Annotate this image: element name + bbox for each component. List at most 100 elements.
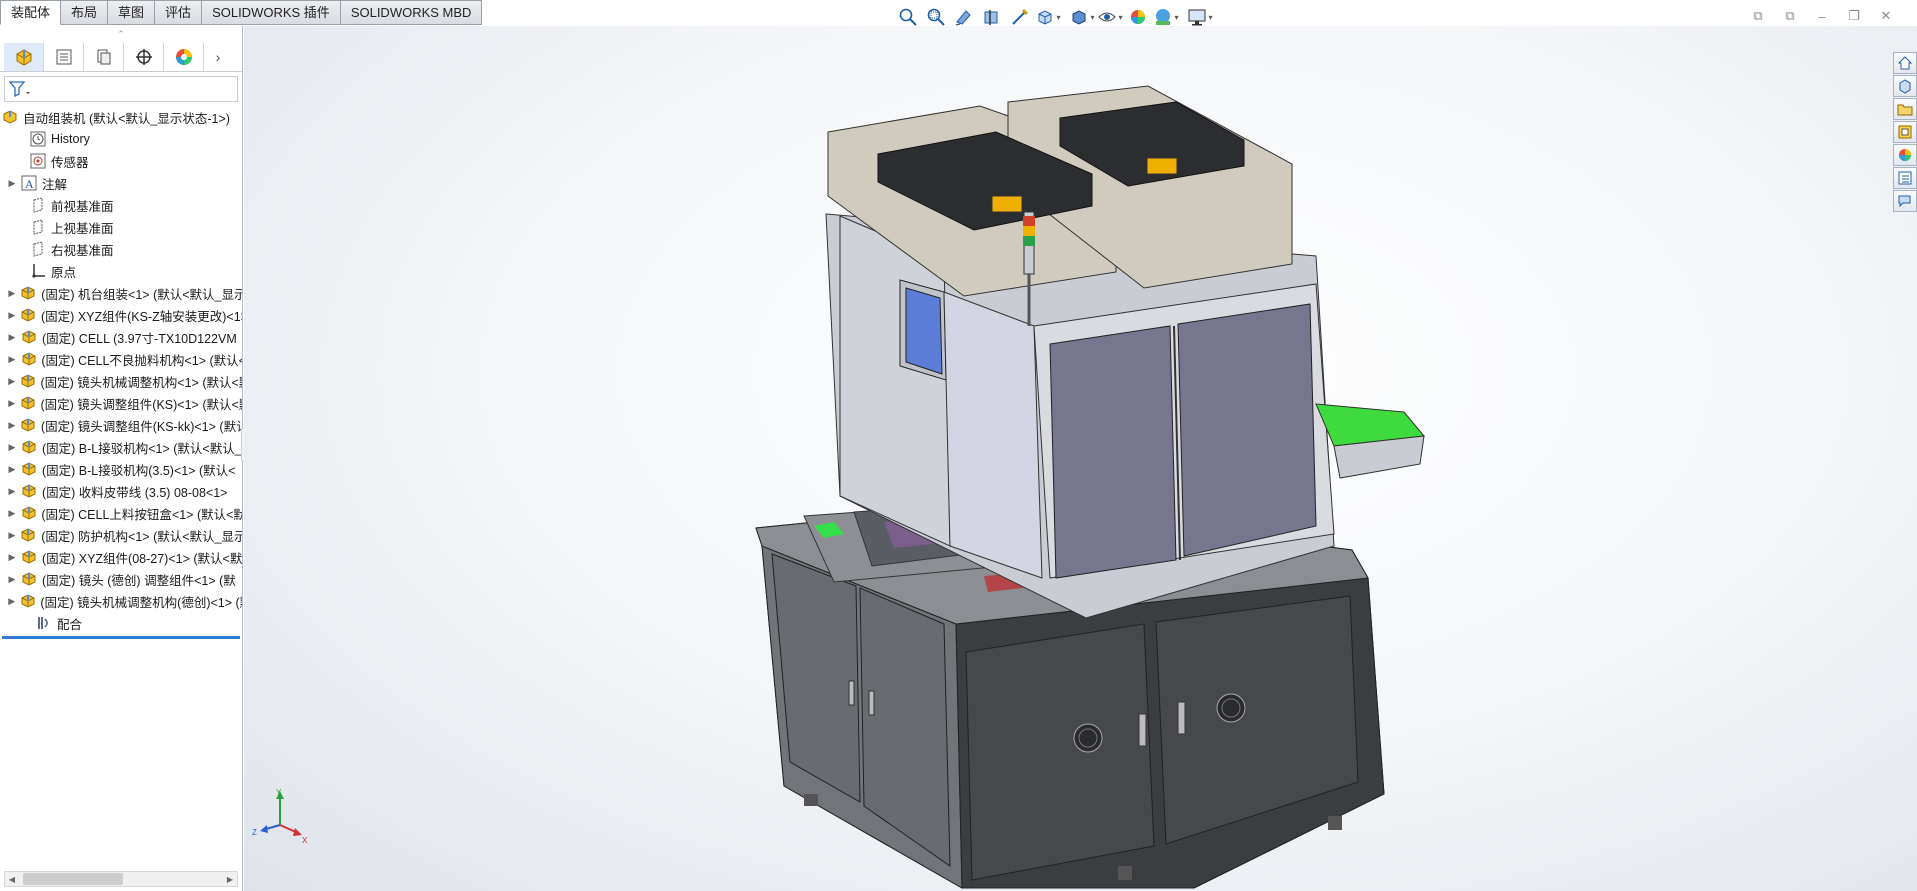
tile-vertical-icon[interactable]: ⧉ xyxy=(1779,7,1801,25)
triad-x-label: X xyxy=(302,836,308,845)
expand-arrow-icon[interactable]: ▶ xyxy=(5,552,19,563)
display-style-icon[interactable]: ▾ xyxy=(1069,5,1095,29)
tree-item-component[interactable]: ▶ (固定) XYZ组件(KS-Z轴安装更改)<1> xyxy=(0,304,242,326)
expand-arrow-icon[interactable]: ▶ xyxy=(5,376,18,387)
previous-view-icon[interactable] xyxy=(951,5,977,29)
tree-root-assembly[interactable]: 自动组装机 (默认<默认_显示状态-1>) xyxy=(0,106,242,128)
graphics-area[interactable] xyxy=(244,26,1917,891)
restore-icon[interactable]: ❐ xyxy=(1843,7,1865,25)
tree-item-component[interactable]: ▶ (固定) 镜头调整组件(KS)<1> (默认<默 xyxy=(0,392,242,414)
tree-item-component[interactable]: ▶ (固定) 镜头调整组件(KS-kk)<1> (默认 xyxy=(0,414,242,436)
expand-arrow-icon[interactable]: ▶ xyxy=(5,486,19,497)
subassembly-icon xyxy=(19,284,39,302)
file-explorer-icon[interactable] xyxy=(1893,98,1917,120)
tree-item-top-plane[interactable]: 上视基准面 xyxy=(0,216,242,238)
view-settings-icon[interactable]: ▾ xyxy=(1187,5,1213,29)
zoom-to-area-icon[interactable] xyxy=(923,5,949,29)
tile-horizontal-icon[interactable]: ⧉ xyxy=(1747,7,1769,25)
subassembly-icon xyxy=(19,416,38,434)
expand-arrow-icon[interactable]: ▶ xyxy=(5,288,19,299)
expand-arrow-icon[interactable]: ▶ xyxy=(5,310,19,321)
tree-item-component[interactable]: ▶ (固定) CELL上料按钮盒<1> (默认<默 xyxy=(0,502,242,524)
tree-filter[interactable] xyxy=(4,76,238,102)
appearances-scenes-icon[interactable] xyxy=(1893,144,1917,166)
scroll-left-icon[interactable]: ◀ xyxy=(5,875,19,884)
expand-arrow-icon[interactable]: ▶ xyxy=(5,178,19,189)
tree-item-annotations[interactable]: ▶ A 注解 xyxy=(0,172,242,194)
tree-item-history[interactable]: History xyxy=(0,128,242,150)
tree-item-front-plane[interactable]: 前视基准面 xyxy=(0,194,242,216)
subassembly-icon xyxy=(19,482,39,500)
expand-arrow-icon[interactable]: ▶ xyxy=(5,464,19,475)
tree-item-right-plane[interactable]: 右视基准面 xyxy=(0,238,242,260)
tab-layout[interactable]: 布局 xyxy=(61,0,109,25)
design-library-icon[interactable] xyxy=(1893,75,1917,97)
tab-evaluate[interactable]: 评估 xyxy=(155,0,203,25)
tree-item-component[interactable]: ▶ (固定) 防护机构<1> (默认<默认_显示 xyxy=(0,524,242,546)
minimize-icon[interactable]: – xyxy=(1811,7,1833,25)
tree-item-component[interactable]: ▶ (固定) 镜头机械调整机构(德创)<1> (默 xyxy=(0,590,242,612)
tree-item-label: 原点 xyxy=(51,265,77,280)
tree-item-mates[interactable]: 配合 xyxy=(0,612,242,634)
tree-item-component[interactable]: ▶ (固定) B-L接驳机构(3.5)<1> (默认< xyxy=(0,458,242,480)
edit-appearance-icon[interactable] xyxy=(1125,5,1151,29)
tree-item-sensors[interactable]: 传感器 xyxy=(0,150,242,172)
tree-item-component[interactable]: ▶ (固定) CELL不良抛料机构<1> (默认< xyxy=(0,348,242,370)
displaymanager-tab-icon[interactable] xyxy=(164,42,204,71)
plane-icon xyxy=(28,196,48,214)
tree-item-label: (固定) CELL上料按钮盒<1> (默认<默 xyxy=(41,507,242,522)
tab-solidworks-addins[interactable]: SOLIDWORKS 插件 xyxy=(202,0,341,25)
solidworks-resources-icon[interactable] xyxy=(1893,52,1917,74)
expand-arrow-icon[interactable]: ▶ xyxy=(5,398,18,409)
svg-text:A: A xyxy=(25,177,34,191)
solidworks-forum-icon[interactable] xyxy=(1893,190,1917,212)
tree-item-component[interactable]: ▶ (固定) 收料皮带线 (3.5) 08-08<1> xyxy=(0,480,242,502)
view-orientation-icon[interactable]: ▾ xyxy=(1035,5,1061,29)
tab-assembly[interactable]: 装配体 xyxy=(0,0,62,25)
expand-arrow-icon[interactable]: ▶ xyxy=(5,442,19,453)
tree-item-component[interactable]: ▶ (固定) CELL (3.97寸-TX10D122VM xyxy=(0,326,242,348)
configurationmanager-tab-icon[interactable] xyxy=(84,42,124,71)
panel-collapse-handle[interactable]: ⌃ xyxy=(0,26,242,42)
sensor-icon xyxy=(28,152,48,170)
dynamic-annotation-icon[interactable] xyxy=(1007,5,1033,29)
custom-properties-icon[interactable] xyxy=(1893,167,1917,189)
hide-show-items-icon[interactable]: ▾ xyxy=(1097,5,1123,29)
tree-item-label: 配合 xyxy=(57,617,83,632)
close-icon[interactable]: ✕ xyxy=(1875,7,1897,25)
tree-item-component[interactable]: ▶ (固定) 镜头机械调整机构<1> (默认<默 xyxy=(0,370,242,392)
panel-tabs-more-icon[interactable]: › xyxy=(204,43,232,71)
history-icon xyxy=(28,130,48,148)
expand-arrow-icon[interactable]: ▶ xyxy=(5,354,19,365)
expand-arrow-icon[interactable]: ▶ xyxy=(5,596,18,607)
tree-item-component[interactable]: ▶ (固定) XYZ组件(08-27)<1> (默认<默 xyxy=(0,546,242,568)
tree-item-component[interactable]: ▶ (固定) B-L接驳机构<1> (默认<默认_ xyxy=(0,436,242,458)
expand-arrow-icon[interactable]: ▶ xyxy=(5,574,19,585)
dimxpert-tab-icon[interactable] xyxy=(124,42,164,71)
scroll-thumb[interactable] xyxy=(23,873,123,885)
expand-arrow-icon[interactable]: ▶ xyxy=(5,420,19,431)
subassembly-icon xyxy=(18,394,37,412)
panel-horizontal-scrollbar[interactable]: ◀ ▶ xyxy=(4,871,238,887)
tab-sketch[interactable]: 草图 xyxy=(108,0,156,25)
expand-arrow-icon[interactable]: ▶ xyxy=(5,508,19,519)
machine-model[interactable] xyxy=(244,26,1917,891)
selection-indicator xyxy=(2,636,240,639)
origin-icon xyxy=(28,262,48,280)
propertymanager-tab-icon[interactable] xyxy=(44,42,84,71)
scroll-right-icon[interactable]: ▶ xyxy=(223,875,237,884)
subassembly-icon xyxy=(19,306,38,324)
tree-item-component[interactable]: ▶ (固定) 镜头 (德创) 调整组件<1> (默 xyxy=(0,568,242,590)
tree-item-component[interactable]: ▶ (固定) 机台组装<1> (默认<默认_显示 xyxy=(0,282,242,304)
expand-arrow-icon[interactable]: ▶ xyxy=(5,530,19,541)
zoom-to-fit-icon[interactable] xyxy=(895,5,921,29)
apply-scene-icon[interactable]: ▾ xyxy=(1153,5,1179,29)
section-view-icon[interactable] xyxy=(979,5,1005,29)
featuremanager-tab-icon[interactable] xyxy=(4,42,44,71)
tree-item-origin[interactable]: 原点 xyxy=(0,260,242,282)
tab-solidworks-mbd[interactable]: SOLIDWORKS MBD xyxy=(340,0,483,25)
view-palette-icon[interactable] xyxy=(1893,121,1917,143)
subassembly-icon xyxy=(19,548,39,566)
feature-tree: 自动组装机 (默认<默认_显示状态-1>) History 传感器 ▶ A 注解… xyxy=(0,104,242,639)
expand-arrow-icon[interactable]: ▶ xyxy=(5,332,19,343)
